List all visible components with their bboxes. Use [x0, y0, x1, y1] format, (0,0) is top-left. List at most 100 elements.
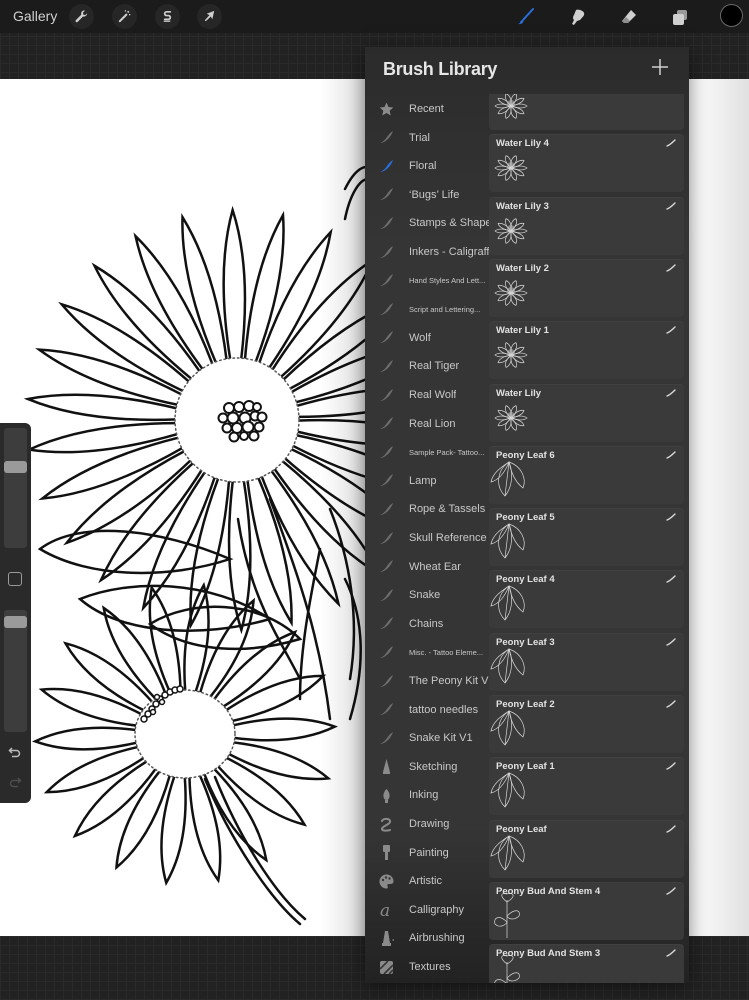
- brush-set-item[interactable]: Inkers - Caligraff: [365, 238, 489, 266]
- brush-set-item[interactable]: Misc. - Tattoo Eleme...: [365, 638, 489, 666]
- brush-set-item[interactable]: tattoo needles: [365, 696, 489, 724]
- brush-name: Peony Leaf 1: [496, 761, 555, 773]
- stamen-circle: [228, 431, 240, 443]
- brush-set-item[interactable]: Wheat Ear: [365, 553, 489, 581]
- modify-button[interactable]: [8, 572, 22, 586]
- brush-stroke-icon: [378, 472, 395, 489]
- brush-item[interactable]: Peony Bud And Stem 4: [489, 881, 684, 940]
- brush-set-label: Calligraphy: [409, 903, 465, 916]
- arrow-cursor-icon: [204, 10, 215, 22]
- brush-set-item[interactable]: Sample Pack- Tattoo...: [365, 438, 489, 466]
- brush-item[interactable]: Peony Leaf 4: [489, 570, 684, 629]
- brush-stroke-icon: [378, 158, 395, 175]
- brush-set-item[interactable]: Drawing: [365, 810, 489, 838]
- brush-set-item[interactable]: Artistic: [365, 867, 489, 895]
- brush-item[interactable]: Water Lily 4: [489, 134, 684, 193]
- smudge-tool-button[interactable]: [565, 4, 591, 30]
- adjustments-button[interactable]: [112, 4, 137, 29]
- brush-item[interactable]: Peony Leaf: [489, 819, 684, 878]
- brush-name: Water Lily 1: [496, 325, 549, 337]
- brush-type-icon: [666, 264, 676, 272]
- layers-button[interactable]: [667, 4, 693, 30]
- brush-set-item[interactable]: a Calligraphy: [365, 896, 489, 924]
- petal-stroke: [215, 755, 308, 827]
- brush-set-item[interactable]: Skull Reference: [365, 524, 489, 552]
- selection-s-icon: [163, 10, 172, 22]
- brush-set-item[interactable]: Painting: [365, 839, 489, 867]
- brush-item[interactable]: Water Lily 2: [489, 258, 684, 317]
- undo-button[interactable]: [6, 743, 24, 761]
- brush-item[interactable]: Peony Leaf 6: [489, 445, 684, 504]
- brush-set-item[interactable]: ‘Bugs’ Life: [365, 181, 489, 209]
- brush-name: Peony Bud And Stem 3: [496, 948, 601, 960]
- gallery-button[interactable]: Gallery: [13, 8, 57, 24]
- petal-stroke: [31, 726, 143, 751]
- opacity-slider[interactable]: [4, 610, 27, 732]
- brush-item[interactable]: Water Lily 3: [489, 196, 684, 255]
- brush-stroke-preview: [490, 523, 525, 559]
- brush-set-item[interactable]: Script and Lettering...: [365, 295, 489, 323]
- brush-item[interactable]: Peony Bud And Stem 3: [489, 944, 684, 983]
- brush-stroke-preview: [490, 710, 525, 746]
- selection-button[interactable]: [155, 4, 180, 29]
- eraser-tool-button[interactable]: [616, 4, 642, 30]
- color-picker-swatch[interactable]: [720, 4, 743, 27]
- brush-set-item[interactable]: Inking: [365, 781, 489, 809]
- brush-set-item[interactable]: Rope & Tassels: [365, 495, 489, 523]
- brush-stroke-icon: [378, 558, 395, 575]
- brush-set-item[interactable]: Trial: [365, 124, 489, 152]
- opacity-thumb[interactable]: [4, 615, 27, 628]
- actions-button[interactable]: [69, 4, 94, 29]
- brush-tool-button[interactable]: [513, 4, 539, 30]
- brush-set-label: Recent: [409, 103, 444, 115]
- brush-item[interactable]: Peony Leaf 3: [489, 632, 684, 691]
- add-brush-set-button[interactable]: [649, 56, 671, 78]
- brush-item[interactable]: Water Lily 1: [489, 321, 684, 380]
- brush-set-label: Stamps & Shapes: [409, 217, 489, 230]
- brush-stroke-icon: [378, 587, 395, 604]
- brush-set-item[interactable]: Stamps & Shapes: [365, 209, 489, 237]
- brush-name: Water Lily 3: [496, 200, 549, 212]
- brush-item[interactable]: Peony Leaf 2: [489, 695, 684, 753]
- brush-set-item[interactable]: Chains: [365, 610, 489, 638]
- petal-stroke: [38, 436, 185, 501]
- stamen-circle: [256, 411, 268, 423]
- brush-type-icon: [666, 139, 676, 147]
- brush-stroke-icon: [378, 501, 395, 518]
- brush-size-slider[interactable]: [4, 428, 27, 548]
- brush-set-item[interactable]: Real Tiger: [365, 352, 489, 380]
- brush-name: Water Lily 2: [496, 262, 549, 274]
- brush-set-label: Painting: [409, 846, 449, 859]
- brush-set-item[interactable]: Textures: [365, 953, 489, 981]
- brush-set-item[interactable]: Wolf: [365, 324, 489, 352]
- brush-set-item[interactable]: Real Wolf: [365, 381, 489, 409]
- squiggle-icon: [378, 816, 395, 833]
- brush-set-item[interactable]: Real Lion: [365, 410, 489, 438]
- petal-stroke: [91, 262, 202, 381]
- brush-set-item[interactable]: Airbrushing: [365, 924, 489, 952]
- brush-item[interactable]: [489, 94, 684, 130]
- transform-button[interactable]: [197, 4, 222, 29]
- brush-set-label: Misc. - Tattoo Eleme...: [409, 647, 484, 657]
- brush-item[interactable]: Water Lily: [489, 383, 684, 442]
- brush-set-item[interactable]: Floral: [365, 152, 489, 180]
- brush-set-item[interactable]: Lamp: [365, 467, 489, 495]
- brush-set-item[interactable]: Hand Styles And Lett...: [365, 267, 489, 295]
- brush-name: Peony Leaf 3: [496, 636, 555, 648]
- brush-item[interactable]: Peony Leaf 1: [489, 757, 684, 816]
- brush-size-thumb[interactable]: [4, 460, 27, 473]
- brush-stroke-icon: [378, 530, 395, 547]
- brush-set-item[interactable]: Sketching: [365, 753, 489, 781]
- redo-button[interactable]: [6, 773, 24, 791]
- petal-stroke: [222, 674, 327, 724]
- brush-set-label: Drawing: [409, 818, 450, 830]
- brush-stroke-icon: [378, 129, 395, 146]
- brush-item[interactable]: Peony Leaf 5: [489, 508, 684, 567]
- brush-set-item[interactable]: Snake Kit V1: [365, 724, 489, 752]
- brush-set-item[interactable]: Recent: [365, 95, 489, 123]
- brush-set-item[interactable]: The Peony Kit V1: [365, 667, 489, 695]
- brush-stroke-icon: [378, 272, 395, 289]
- stamen-circle: [226, 411, 240, 425]
- brush-type-icon: [666, 451, 676, 459]
- brush-set-item[interactable]: Snake: [365, 581, 489, 609]
